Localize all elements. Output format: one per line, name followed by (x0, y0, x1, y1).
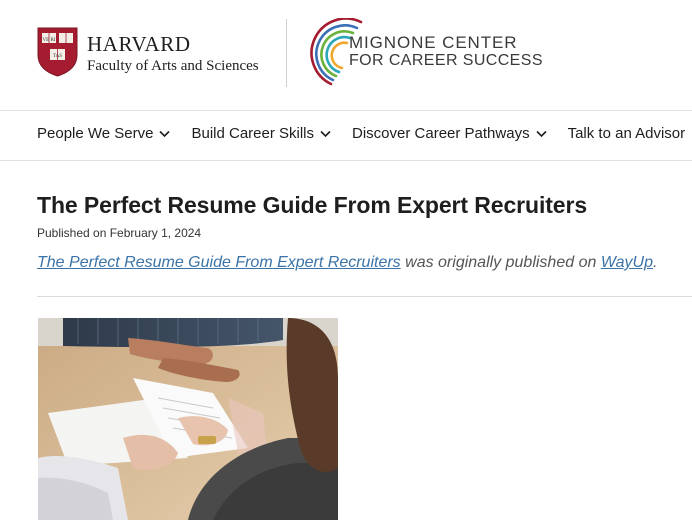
nav-item-build-career-skills[interactable]: Build Career Skills (191, 125, 331, 142)
nav-item-talk-to-an-advisor[interactable]: Talk to an Advisor (568, 125, 686, 142)
nav-item-discover-career-pathways[interactable]: Discover Career Pathways (352, 125, 547, 142)
article-title: The Perfect Resume Guide From Expert Rec… (37, 192, 588, 218)
nav-label: Discover Career Pathways (352, 125, 530, 142)
site-header: VE RI TAS HARVARD Faculty of Arts and Sc… (0, 0, 692, 111)
intro-middle-text: was originally published on (400, 254, 601, 271)
published-date: Published on February 1, 2024 (37, 226, 202, 240)
content-divider (37, 296, 692, 297)
nav-item-people-we-serve[interactable]: People We Serve (37, 125, 171, 142)
faculty-name: Faculty of Arts and Sciences (87, 58, 259, 74)
harvard-name: HARVARD (87, 32, 191, 56)
nav-label: People We Serve (37, 125, 154, 142)
intro-end-text: . (652, 254, 658, 271)
nav-label: Build Career Skills (191, 125, 315, 142)
interview-photo-image (38, 318, 338, 520)
main-nav: People We Serve Build Career Skills Disc… (0, 111, 692, 161)
wayup-source-link[interactable]: WayUp (601, 254, 653, 271)
shield-tas-text: TAS (53, 54, 62, 59)
mignone-center-logo-link[interactable]: MIGNONE CENTER FOR CAREER SUCCESS (309, 18, 543, 88)
shield-veri-text: VE RI (43, 38, 56, 43)
logo-divider (286, 19, 287, 87)
article-intro: The Perfect Resume Guide From Expert Rec… (37, 254, 657, 272)
article-photo (38, 318, 338, 520)
original-article-link[interactable]: The Perfect Resume Guide From Expert Rec… (37, 254, 401, 271)
center-name-line1: MIGNONE CENTER (349, 32, 518, 52)
chevron-down-icon (159, 130, 171, 137)
chevron-down-icon (536, 130, 547, 137)
chevron-down-icon (320, 130, 331, 137)
harvard-fas-logo-link[interactable]: VE RI TAS HARVARD Faculty of Arts and Sc… (37, 27, 259, 77)
nav-label: Talk to an Advisor (567, 125, 686, 142)
harvard-shield-icon: VE RI TAS (37, 27, 78, 77)
center-name-line2: FOR CAREER SUCCESS (349, 51, 543, 69)
